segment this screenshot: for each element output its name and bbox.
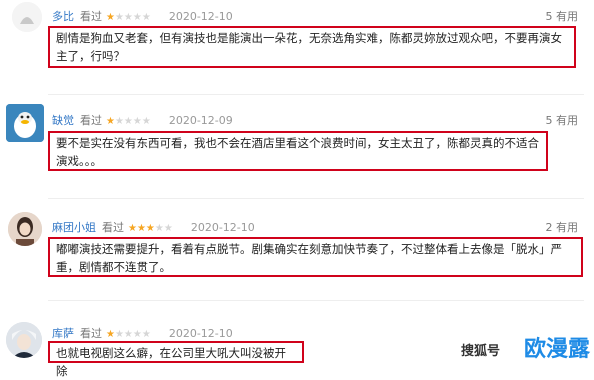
review-text-highlighted: 嘟嘟演技还需要提升，看着有点脱节。剧集确实在刻意加快节奏了，不过整体看上去像是「… [48,237,583,277]
review-text: 要不是实在没有东西可看，我也不会在酒店里看这个浪费时间，女主太丑了，陈都灵真的不… [56,136,539,168]
useful-count-button[interactable]: 2 有用 [546,219,579,235]
useful-count-button[interactable]: 5 有用 [546,8,579,24]
review-text-highlighted: 也就电视剧这么癖，在公司里大吼大叫没被开除 [48,341,304,378]
divider [48,300,584,301]
review-meta: 麻团小姐 看过 ★★★★★ 2020-12-10 [52,219,255,235]
avatar[interactable] [8,212,42,246]
review-text: 嘟嘟演技还需要提升，看着有点脱节。剧集确实在刻意加快节奏了，不过整体看上去像是「… [56,242,562,274]
username-link[interactable]: 库萨 [52,327,74,340]
rating-stars: ★★★★★ [106,329,151,340]
review-date: 2020-12-10 [190,221,255,234]
watermark-logo: 欧漫露 [523,337,590,362]
avatar-image-icon [6,322,42,358]
divider [48,94,584,95]
avatar-image-icon [6,104,44,142]
watched-label: 看过 [102,221,124,234]
rating-stars: ★★★★★ [106,12,151,23]
rating-stars: ★★★★★ [128,223,173,234]
review-meta: 缺觉 看过 ★★★★★ 2020-12-09 [52,112,233,128]
username-link[interactable]: 麻团小姐 [52,221,96,234]
rating-stars: ★★★★★ [106,116,151,127]
divider [48,198,584,199]
review-text-highlighted: 要不是实在没有东西可看，我也不会在酒店里看这个浪费时间，女主太丑了，陈都灵真的不… [48,131,548,171]
avatar[interactable] [6,322,42,358]
watched-label: 看过 [80,327,102,340]
avatar-image-icon [8,212,42,246]
review-meta: 多比 看过 ★★★★★ 2020-12-10 [52,8,233,24]
username-link[interactable]: 多比 [52,10,74,23]
avatar[interactable] [12,2,42,32]
watched-label: 看过 [80,114,102,127]
watched-label: 看过 [80,10,102,23]
useful-count-button[interactable]: 5 有用 [546,112,579,128]
username-link[interactable]: 缺觉 [52,114,74,127]
avatar[interactable] [6,104,44,142]
review-text: 也就电视剧这么癖，在公司里大吼大叫没被开除 [56,346,286,378]
review-date: 2020-12-09 [168,114,233,127]
review-date: 2020-12-10 [168,10,233,23]
review-text-highlighted: 剧情是狗血又老套，但有演技也是能演出一朵花，无奈选角实难，陈都灵妳放过观众吧，不… [48,26,576,68]
review-date: 2020-12-10 [168,327,233,340]
avatar-image-icon [12,2,42,32]
review-meta: 库萨 看过 ★★★★★ 2020-12-10 [52,325,233,341]
watermark-source: 搜狐号 [460,344,500,359]
review-text: 剧情是狗血又老套，但有演技也是能演出一朵花，无奈选角实难，陈都灵妳放过观众吧，不… [56,31,562,63]
